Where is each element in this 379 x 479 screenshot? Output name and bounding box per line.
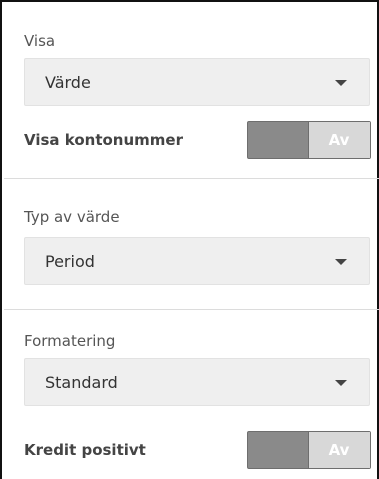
kredit-positivt-label: Kredit positivt bbox=[24, 441, 146, 459]
typ-av-varde-select-value: Period bbox=[45, 252, 95, 271]
chevron-down-icon bbox=[335, 380, 347, 386]
toggle-state-text: Av bbox=[328, 441, 350, 459]
toggle-state-text: Av bbox=[328, 131, 350, 149]
formatering-select-value: Standard bbox=[45, 373, 118, 392]
kredit-positivt-toggle[interactable]: Av bbox=[247, 431, 371, 469]
formatering-label: Formatering bbox=[24, 332, 116, 350]
formatering-select[interactable]: Standard bbox=[24, 358, 370, 406]
visa-kontonummer-label: Visa kontonummer bbox=[24, 131, 183, 149]
settings-panel: Visa Värde Visa kontonummer Av Typ av vä… bbox=[0, 0, 379, 479]
visa-select-value: Värde bbox=[45, 73, 91, 92]
typ-av-varde-label: Typ av värde bbox=[24, 208, 120, 226]
section-divider bbox=[4, 178, 379, 179]
visa-label: Visa bbox=[24, 32, 56, 50]
visa-kontonummer-toggle[interactable]: Av bbox=[247, 121, 371, 159]
chevron-down-icon bbox=[335, 80, 347, 86]
section-divider bbox=[4, 309, 379, 310]
chevron-down-icon bbox=[335, 259, 347, 265]
typ-av-varde-select[interactable]: Period bbox=[24, 237, 370, 285]
visa-select[interactable]: Värde bbox=[24, 58, 370, 106]
